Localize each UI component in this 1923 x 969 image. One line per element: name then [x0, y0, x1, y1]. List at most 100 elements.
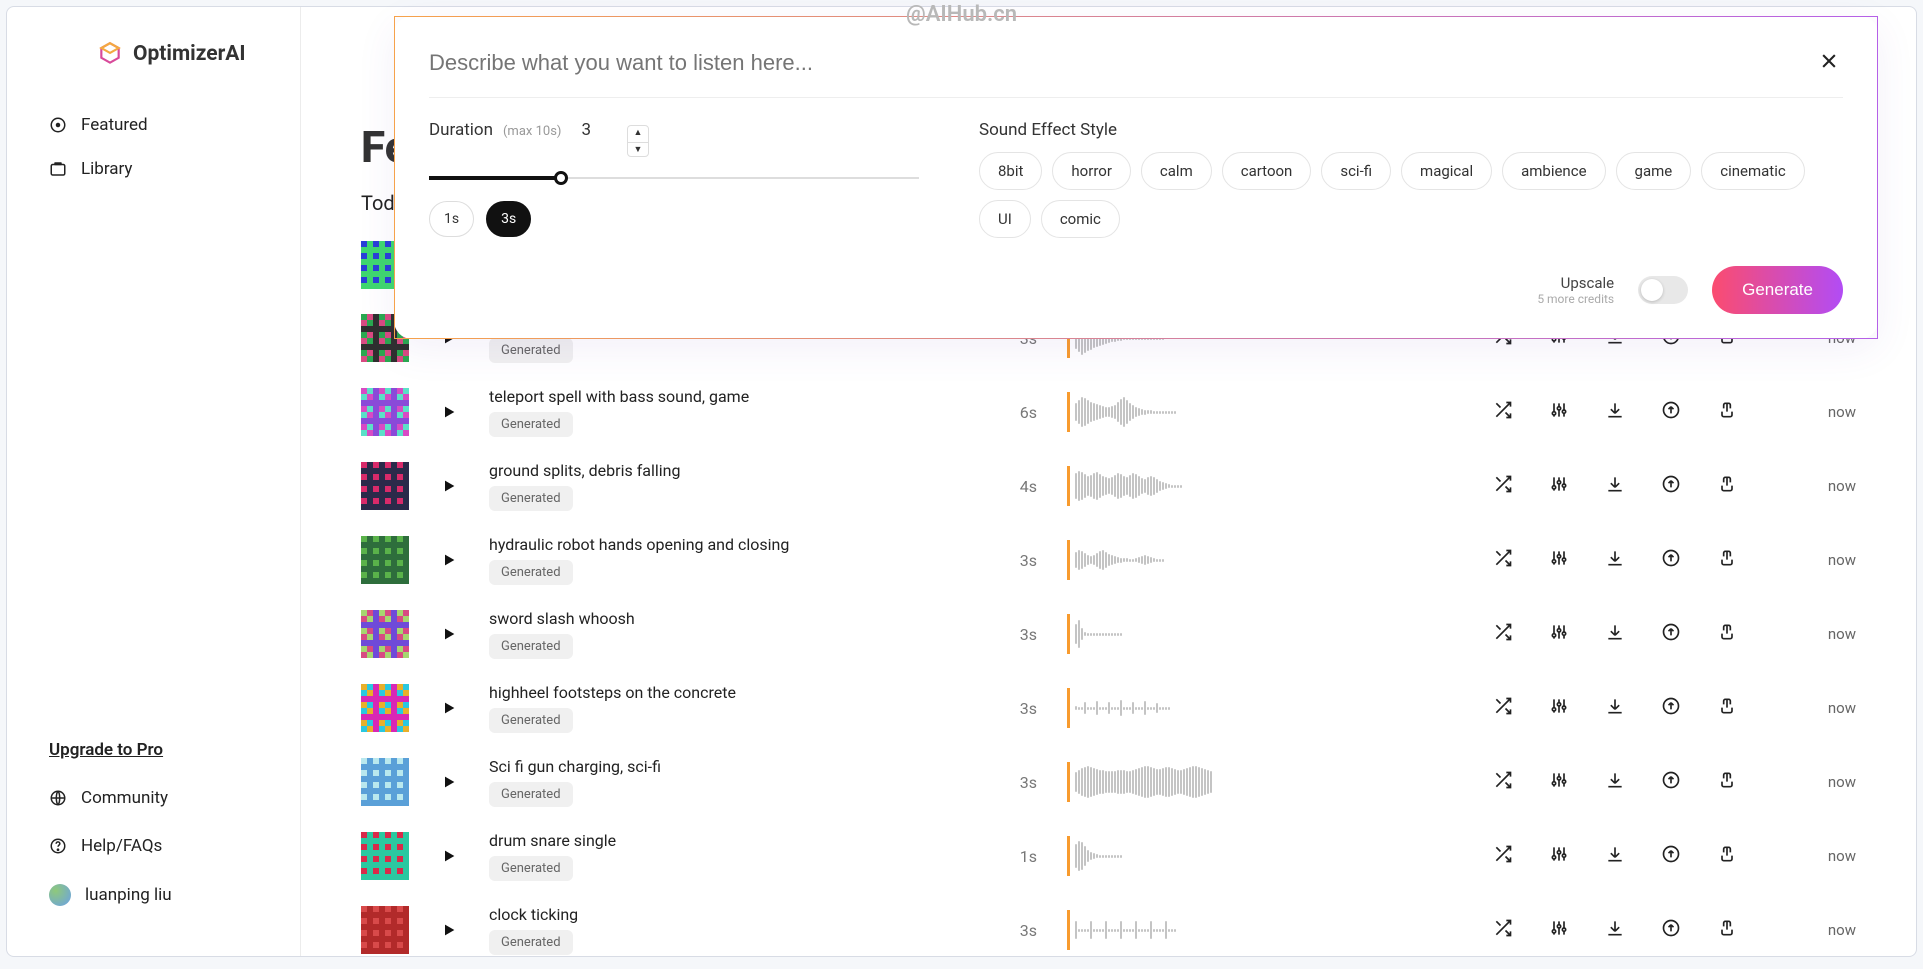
play-button[interactable]: [427, 552, 471, 568]
track-thumb[interactable]: [361, 906, 409, 954]
duration-stepper[interactable]: ▲ ▼: [627, 125, 649, 157]
waveform-bar: [1096, 929, 1098, 932]
style-tag-magical[interactable]: magical: [1401, 152, 1492, 190]
track-time: now: [1796, 403, 1856, 421]
adjust-button[interactable]: [1549, 400, 1569, 424]
waveform-bar: [1105, 477, 1107, 495]
upload-button[interactable]: [1661, 548, 1681, 572]
duration-slider[interactable]: [429, 169, 919, 187]
stepper-down-icon[interactable]: ▼: [628, 142, 648, 156]
waveform[interactable]: [1055, 540, 1455, 580]
play-button[interactable]: [427, 700, 471, 716]
upload-button[interactable]: [1661, 770, 1681, 794]
stepper-up-icon[interactable]: ▲: [628, 126, 648, 140]
upload-button[interactable]: [1661, 474, 1681, 498]
shuffle-button[interactable]: [1493, 400, 1513, 424]
style-tag-cinematic[interactable]: cinematic: [1701, 152, 1804, 190]
user-profile[interactable]: luanping liu: [35, 870, 272, 920]
share-button[interactable]: [1717, 474, 1737, 498]
logo[interactable]: OptimizerAI: [7, 31, 300, 91]
track-thumb[interactable]: [361, 684, 409, 732]
waveform-bar: [1198, 767, 1200, 797]
upload-button[interactable]: [1661, 844, 1681, 868]
prompt-input[interactable]: [429, 50, 1815, 76]
download-button[interactable]: [1605, 770, 1625, 794]
help-link[interactable]: Help/FAQs: [35, 822, 272, 870]
adjust-button[interactable]: [1549, 474, 1569, 498]
play-button[interactable]: [427, 848, 471, 864]
nav-library[interactable]: Library: [35, 147, 272, 191]
generate-button[interactable]: Generate: [1712, 266, 1843, 314]
download-button[interactable]: [1605, 918, 1625, 942]
style-tag-UI[interactable]: UI: [979, 200, 1031, 238]
play-button[interactable]: [427, 404, 471, 420]
download-button[interactable]: [1605, 622, 1625, 646]
download-button[interactable]: [1605, 548, 1625, 572]
adjust-button[interactable]: [1549, 622, 1569, 646]
style-tag-game[interactable]: game: [1616, 152, 1692, 190]
share-button[interactable]: [1717, 918, 1737, 942]
share-button[interactable]: [1717, 770, 1737, 794]
download-button[interactable]: [1605, 474, 1625, 498]
share-button[interactable]: [1717, 844, 1737, 868]
track-thumb[interactable]: [361, 462, 409, 510]
shuffle-button[interactable]: [1493, 622, 1513, 646]
upload-button[interactable]: [1661, 622, 1681, 646]
waveform[interactable]: [1055, 614, 1455, 654]
waveform-bar: [1096, 701, 1098, 715]
track-thumb[interactable]: [361, 388, 409, 436]
track-thumb[interactable]: [361, 536, 409, 584]
play-button[interactable]: [427, 774, 471, 790]
waveform[interactable]: [1055, 392, 1455, 432]
track-thumb[interactable]: [361, 610, 409, 658]
style-tag-comic[interactable]: comic: [1041, 200, 1120, 238]
waveform-bar: [1153, 768, 1155, 796]
track-thumb[interactable]: [361, 758, 409, 806]
track-thumb[interactable]: [361, 832, 409, 880]
upload-button[interactable]: [1661, 918, 1681, 942]
upgrade-link[interactable]: Upgrade to Pro: [35, 726, 272, 774]
shuffle-button[interactable]: [1493, 696, 1513, 720]
share-button[interactable]: [1717, 622, 1737, 646]
nav-featured[interactable]: Featured: [35, 103, 272, 147]
style-tag-ambience[interactable]: ambience: [1502, 152, 1605, 190]
upload-button[interactable]: [1661, 696, 1681, 720]
play-button[interactable]: [427, 626, 471, 642]
style-tag-calm[interactable]: calm: [1141, 152, 1212, 190]
duration-preset-3s[interactable]: 3s: [486, 201, 531, 237]
waveform[interactable]: [1055, 688, 1455, 728]
adjust-button[interactable]: [1549, 844, 1569, 868]
waveform[interactable]: [1055, 466, 1455, 506]
style-tag-sci-fi[interactable]: sci-fi: [1321, 152, 1391, 190]
adjust-button[interactable]: [1549, 770, 1569, 794]
shuffle-button[interactable]: [1493, 844, 1513, 868]
waveform[interactable]: [1055, 836, 1455, 876]
style-tag-horror[interactable]: horror: [1052, 152, 1130, 190]
download-button[interactable]: [1605, 400, 1625, 424]
share-button[interactable]: [1717, 696, 1737, 720]
download-button[interactable]: [1605, 696, 1625, 720]
download-button[interactable]: [1605, 844, 1625, 868]
close-button[interactable]: [1815, 45, 1843, 81]
waveform[interactable]: [1055, 910, 1455, 950]
style-tag-8bit[interactable]: 8bit: [979, 152, 1042, 190]
adjust-button[interactable]: [1549, 696, 1569, 720]
style-tag-cartoon[interactable]: cartoon: [1222, 152, 1312, 190]
pixel-thumb: [361, 906, 409, 954]
adjust-button[interactable]: [1549, 918, 1569, 942]
duration-preset-1s[interactable]: 1s: [429, 201, 474, 237]
waveform[interactable]: [1055, 762, 1455, 802]
share-button[interactable]: [1717, 548, 1737, 572]
upscale-toggle[interactable]: [1638, 276, 1688, 304]
shuffle-button[interactable]: [1493, 474, 1513, 498]
community-link[interactable]: Community: [35, 774, 272, 822]
adjust-button[interactable]: [1549, 548, 1569, 572]
play-button[interactable]: [427, 478, 471, 494]
play-button[interactable]: [427, 922, 471, 938]
shuffle-button[interactable]: [1493, 770, 1513, 794]
upload-button[interactable]: [1661, 400, 1681, 424]
share-button[interactable]: [1717, 400, 1737, 424]
slider-thumb[interactable]: [554, 171, 568, 185]
shuffle-button[interactable]: [1493, 918, 1513, 942]
shuffle-button[interactable]: [1493, 548, 1513, 572]
